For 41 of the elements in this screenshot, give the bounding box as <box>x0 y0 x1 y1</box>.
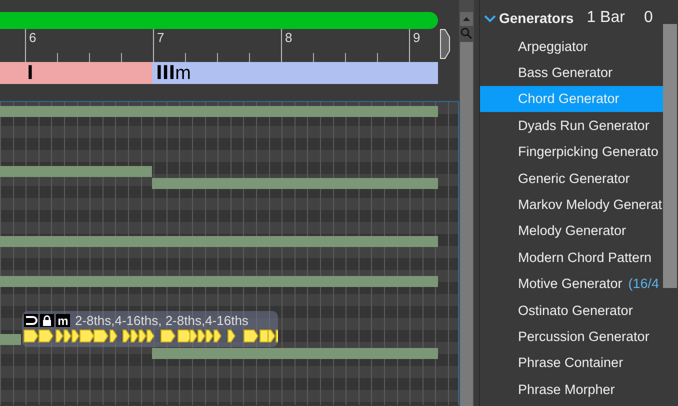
list-item[interactable]: Modern Chord Pattern <box>480 244 663 271</box>
note-bar[interactable] <box>152 348 438 359</box>
note-bar[interactable] <box>0 334 21 345</box>
group-value: 0 <box>644 9 653 27</box>
mode-badge[interactable]: m <box>56 314 70 327</box>
end-marker-icon[interactable] <box>440 29 450 59</box>
lock-icon[interactable] <box>40 314 54 327</box>
pattern-label: 2-8ths,4-16ths, 2-8ths,4-16ths <box>75 313 248 328</box>
loop-icon[interactable] <box>24 314 38 327</box>
note-bar[interactable] <box>152 178 438 189</box>
length-label: 1 Bar <box>586 9 625 27</box>
note-bar[interactable] <box>0 166 152 177</box>
list-item[interactable]: Ostinato Generator <box>480 296 663 324</box>
bar-number: 6 <box>28 30 36 45</box>
note-bar[interactable] <box>0 106 438 117</box>
bar-number: 8 <box>284 30 292 45</box>
pattern-block[interactable]: m 2-8ths,4-16ths, 2-8ths,4-16ths <box>22 311 278 347</box>
bar-number: 9 <box>412 30 420 45</box>
list-item[interactable]: Generic Generator <box>480 164 663 192</box>
list-item[interactable]: Phrase Container <box>480 350 663 376</box>
list-item[interactable]: Phrase Morpher <box>480 376 663 402</box>
list-item[interactable]: Melody Generator <box>480 218 663 244</box>
list-item[interactable]: Markov Melody Generat <box>480 191 663 218</box>
search-icon[interactable] <box>460 27 473 40</box>
list-item[interactable]: Percussion Generator <box>480 323 663 350</box>
group-header[interactable]: Generators <box>499 10 574 26</box>
note-bar[interactable] <box>0 276 438 287</box>
scroll-up-button[interactable] <box>460 12 473 26</box>
chevron-down-icon[interactable] <box>484 14 496 22</box>
item-count: (16/4 <box>628 276 660 292</box>
scrollbar-thumb[interactable] <box>663 24 677 288</box>
list-item[interactable]: Bass Generator <box>480 59 663 86</box>
list-item[interactable]: Fingerpicking Generato <box>480 138 663 165</box>
list-item[interactable]: Arpeggiator <box>480 33 663 60</box>
item-label: Motive Generator <box>518 276 622 292</box>
chord-block[interactable]: I <box>0 62 152 84</box>
bar-number: 7 <box>156 30 164 45</box>
note-bar[interactable] <box>0 236 438 247</box>
list-item[interactable]: Dyads Run Generator <box>480 112 663 139</box>
chord-block[interactable]: IIIm <box>152 62 438 84</box>
list-item[interactable]: Motive Generator (16/4 <box>480 270 663 297</box>
